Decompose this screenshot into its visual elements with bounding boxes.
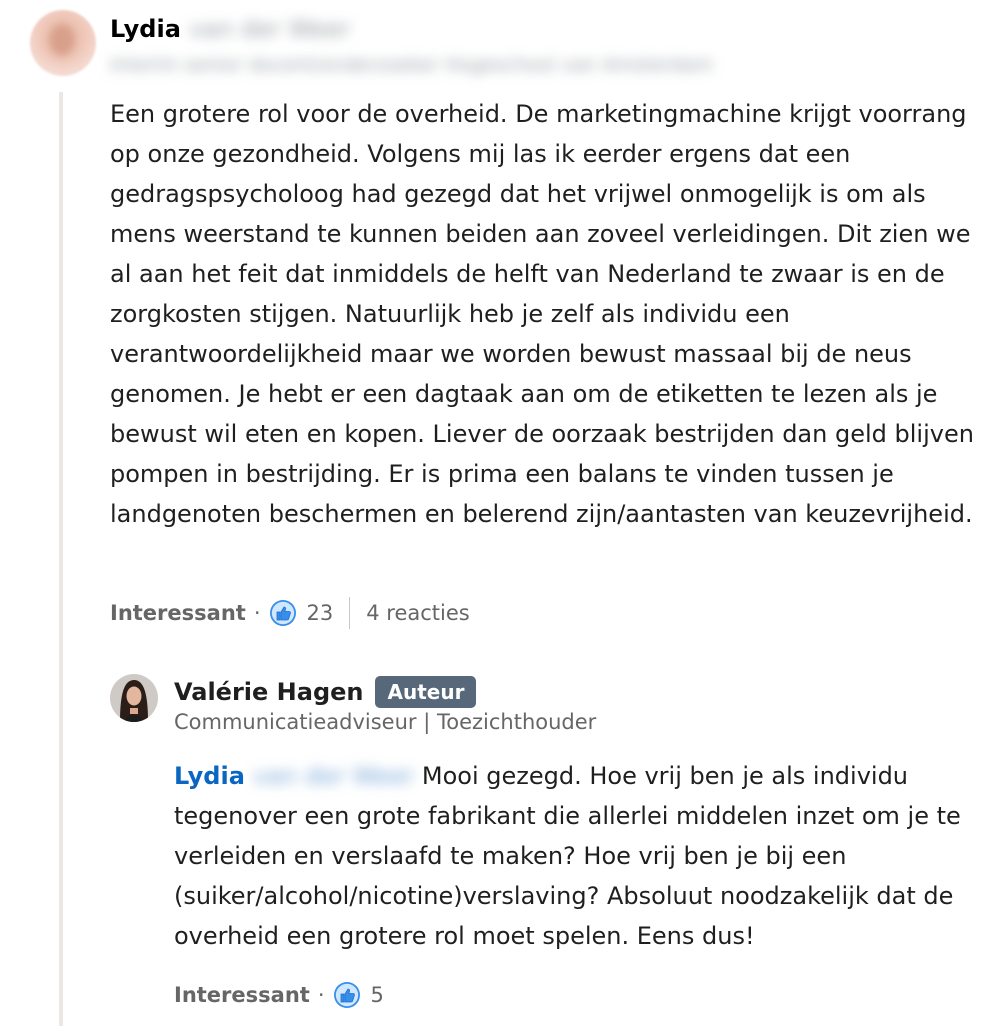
like-icon[interactable] [269,599,297,627]
like-icon[interactable] [333,981,361,1009]
comment-text: Een grotere rol voor de overheid. De mar… [110,100,974,528]
reply-author[interactable]: Valérie Hagen Auteur [174,676,477,708]
separator-dot: · [317,983,325,1007]
reply-author-name[interactable]: Valérie Hagen [174,678,363,706]
avatar[interactable] [30,10,96,76]
replies-count[interactable]: 4 reacties [366,601,469,625]
reply-headline: Communicatieadviseur | Toezichthouder [174,710,597,734]
reply-react-button[interactable]: Interessant [174,983,310,1007]
separator-dot: · [253,601,261,625]
reply-text: Lydia van der Weer Mooi gezegd. Hoe vrij… [174,756,974,956]
author-headline: Interim senior docent/onderzoeker Hogesc… [110,54,713,76]
comment-author[interactable]: Lydia van der Weer [110,15,350,43]
reply-actions: Interessant · 5 [174,980,384,1010]
mention-first[interactable]: Lydia [174,762,245,790]
reply-reaction-count[interactable]: 5 [371,983,384,1007]
author-headline-blurred: Interim senior docent/onderzoeker Hogesc… [110,54,713,76]
author-first-name[interactable]: Lydia [110,15,181,43]
avatar-photo [110,674,158,722]
reaction-count[interactable]: 23 [307,601,334,625]
author-badge: Auteur [375,676,477,708]
author-last-name-blurred[interactable]: van der Weer [189,15,350,43]
reply-avatar[interactable] [110,674,158,722]
thread-line [59,92,63,1026]
comment-actions: Interessant · 23 4 reacties [110,597,470,629]
mention-last-blurred[interactable]: van der Weer [253,756,414,796]
mention-link[interactable]: Lydia van der Weer [174,762,414,790]
divider [349,597,351,629]
react-button[interactable]: Interessant [110,601,246,625]
